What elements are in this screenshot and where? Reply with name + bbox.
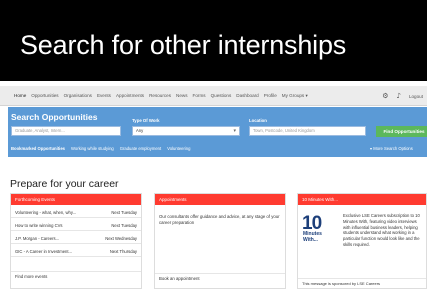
keyword-input[interactable]: Graduate, Analyst, Intern... [11, 126, 121, 136]
page-section-title: Prepare for your career [10, 178, 119, 190]
event-day: Next Tuesday [111, 223, 137, 228]
nav-item-dashboard[interactable]: Dashboard [236, 93, 258, 98]
search-panel: Search Opportunities Graduate, Analyst, … [8, 107, 427, 157]
nav-item-questions[interactable]: Questions [211, 93, 232, 98]
event-title: How to write winning CVs [15, 223, 63, 228]
graduate-employment-link[interactable]: Graduate employment [120, 146, 161, 151]
nav-item-organisations[interactable]: Organisations [64, 93, 92, 98]
banner-title: Search for other internships [20, 30, 347, 60]
event-title: J.P. Morgan - Careers... [15, 236, 60, 241]
logout-link[interactable]: Logout [409, 94, 423, 99]
book-appointment-link[interactable]: Book an appointment [155, 273, 285, 283]
sponsor-note: This message is sponsored by LSE Careers [298, 278, 426, 288]
appointments-card-header: Appointments [155, 194, 285, 205]
ten-minutes-with-logo: 10 Minutes With... [302, 214, 340, 250]
nav-item-opportunities[interactable]: Opportunities [31, 93, 58, 98]
bell-icon[interactable]: ♪ [396, 92, 400, 100]
event-day: Next Thursday [109, 249, 137, 254]
nav-item-news[interactable]: News [176, 93, 188, 98]
event-row[interactable]: GIC - A Career in Investment... Next Thu… [11, 247, 141, 257]
event-title: GIC - A Career in Investment... [15, 249, 73, 254]
appointments-description: Our consultants offer guidance and advic… [159, 214, 280, 225]
logo-line-2: With... [303, 236, 318, 243]
event-row[interactable]: J.P. Morgan - Careers... Next Wednesday [11, 234, 141, 244]
search-title: Search Opportunities [11, 112, 98, 122]
location-label: Location [249, 118, 267, 123]
nav-item-appointments[interactable]: Appointments [116, 93, 144, 98]
logo-text: Minutes With... [303, 231, 322, 243]
nav-item-resources[interactable]: Resources [149, 93, 171, 98]
event-row[interactable]: How to write winning CVs Next Tuesday [11, 221, 141, 231]
ten-minutes-with-description: Exclusive LSE Careers subscription to 10… [343, 213, 420, 247]
event-title: Volunteering - what, when, why... [15, 210, 77, 215]
nav-item-forms[interactable]: Forms [193, 93, 206, 98]
nav-right-tools: ⚙ ♪ Logout [374, 86, 423, 106]
event-day: Next Wednesday [105, 236, 137, 241]
more-search-options-link[interactable]: ▾ More Search Options [370, 146, 413, 151]
working-while-studying-link[interactable]: Working while studying [71, 146, 114, 151]
ten-minutes-with-card: 10 Minutes With... 10 Minutes With... Ex… [297, 193, 427, 289]
find-more-events-link[interactable]: Find more events [11, 271, 141, 281]
event-row[interactable]: Volunteering - what, when, why... Next T… [11, 208, 141, 218]
bookmarked-opportunities-link[interactable]: Bookmarked Opportunities [11, 146, 65, 151]
nav-item-my-groups[interactable]: My Groups ▾ [282, 93, 308, 99]
find-opportunities-button[interactable]: Find Opportunities [376, 126, 427, 137]
nav-item-profile[interactable]: Profile [264, 93, 277, 98]
chevron-down-icon: ▾ [233, 128, 236, 134]
type-of-work-label: Type Of Work [132, 118, 160, 123]
type-of-work-value: Any [136, 128, 144, 133]
event-day: Next Tuesday [111, 210, 137, 215]
banner: Search for other internships [0, 0, 427, 81]
type-of-work-select[interactable]: Any ▾ [132, 126, 240, 136]
gear-icon[interactable]: ⚙ [382, 92, 388, 100]
search-quick-links: Bookmarked Opportunities Working while s… [11, 146, 196, 151]
ten-minutes-with-header: 10 Minutes With... [298, 194, 426, 205]
events-card: Forthcoming Events Volunteering - what, … [10, 193, 142, 289]
nav-item-events[interactable]: Events [97, 93, 111, 98]
location-input[interactable]: Town, Postcode, United Kingdom [249, 126, 366, 136]
volunteering-link[interactable]: Volunteering [167, 146, 190, 151]
events-card-header: Forthcoming Events [11, 194, 141, 205]
top-navbar: Home Opportunities Organisations Events … [0, 86, 427, 106]
appointments-card: Appointments Our consultants offer guida… [154, 193, 286, 289]
nav-item-home[interactable]: Home [14, 93, 26, 98]
